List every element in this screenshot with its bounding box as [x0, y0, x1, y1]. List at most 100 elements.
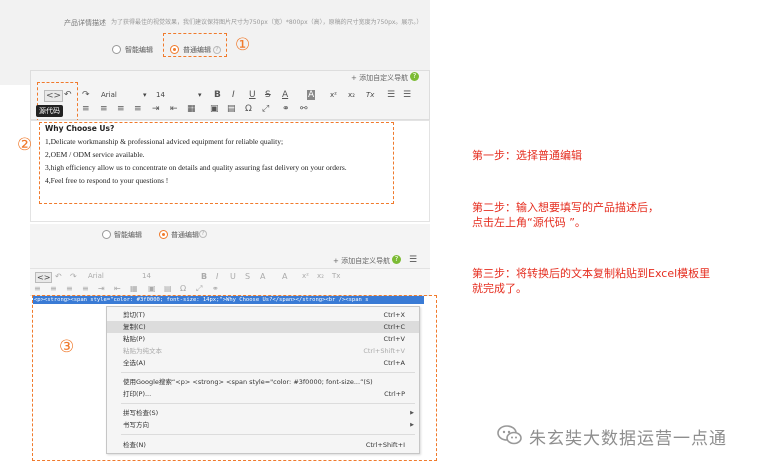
fullscreen-icon[interactable]: ⤢	[262, 104, 269, 114]
superscript-button[interactable]: x²	[302, 272, 309, 280]
subscript-button[interactable]: x₂	[317, 272, 324, 280]
source-code-button[interactable]: <>	[44, 90, 64, 102]
unlink-icon[interactable]: ⚯	[300, 104, 308, 114]
step-3-text-line1: 第三步：将转换后的文本复制粘贴到Excel模板里	[472, 267, 711, 280]
field-hint: 为了获得最佳的视觉效果，我们建议保持图片尺寸为750px（宽）*800px（高）…	[111, 19, 423, 26]
step-2-text-line2: 点击左上角“源代码 ”。	[472, 216, 586, 229]
radio-normal-edit-label: 普通编辑	[171, 231, 199, 239]
strikethrough-button[interactable]: S	[245, 272, 250, 281]
font-size-select[interactable]: 14	[142, 272, 151, 280]
special-char-icon[interactable]: Ω	[245, 104, 252, 114]
radio-normal-edit-label: 普通编辑	[183, 46, 211, 54]
justify-icon[interactable]: ≡	[134, 104, 142, 114]
font-family-select[interactable]: Arial	[88, 272, 104, 280]
font-family-select[interactable]: Arial	[101, 91, 117, 99]
font-size-select[interactable]: 14	[156, 91, 165, 99]
numbered-list-icon[interactable]: ☰	[403, 90, 411, 100]
align-left-icon[interactable]: ≡	[82, 104, 90, 114]
redo-icon[interactable]: ↷	[70, 272, 77, 281]
selected-source-code[interactable]: <p><strong><span style="color: #3f0000; …	[33, 296, 424, 304]
content-line: 3,high efficiency allow us to concentrat…	[45, 163, 347, 172]
menu-item-cut[interactable]: 剪切(T) Ctrl+X	[107, 309, 419, 321]
nav-help-icon[interactable]: ?	[410, 72, 419, 81]
menu-item-select-all[interactable]: 全选(A) Ctrl+A	[107, 357, 419, 369]
menu-item-writing-direction[interactable]: 书写方向 ▶	[107, 419, 419, 431]
align-left-icon[interactable]: ≡	[34, 284, 41, 293]
clear-format-button[interactable]: Tx	[332, 272, 340, 280]
strikethrough-button[interactable]: S	[265, 90, 271, 100]
indent-icon[interactable]: ⇥	[152, 104, 160, 114]
menu-item-paste-plain[interactable]: 粘贴为纯文本 Ctrl+Shift+V	[107, 345, 419, 357]
source-code-button[interactable]: <>	[35, 272, 53, 283]
font-color-button[interactable]: A	[260, 272, 265, 281]
italic-button[interactable]: I	[232, 90, 235, 100]
underline-button[interactable]: U	[230, 272, 236, 281]
radio-smart-edit-label: 智能编辑	[114, 231, 142, 239]
undo-icon[interactable]: ↶	[64, 90, 72, 100]
step-marker-1: ①	[235, 35, 251, 55]
step-3-text-line2: 就完成了。	[472, 282, 527, 295]
bold-button[interactable]: B	[201, 272, 207, 281]
radio-smart-edit[interactable]	[102, 230, 111, 239]
superscript-button[interactable]: x²	[330, 91, 337, 99]
align-center-icon[interactable]: ≡	[100, 104, 108, 114]
menu-item-copy[interactable]: 复制(C) Ctrl+C	[107, 321, 419, 333]
underline-button[interactable]: U	[249, 90, 256, 100]
content-line: 2,OEM / ODM service available.	[45, 150, 145, 159]
background-color-button[interactable]: A	[307, 90, 316, 100]
add-custom-nav-link[interactable]: + 添加自定义导航	[333, 256, 390, 266]
image-icon[interactable]: ▣	[148, 284, 156, 293]
step-2-text-line1: 第二步：输入想要填写的产品描述后，	[472, 201, 659, 214]
undo-icon[interactable]: ↶	[55, 272, 62, 281]
fullscreen-icon[interactable]: ⤢	[196, 284, 202, 294]
outdent-icon[interactable]: ⇤	[170, 104, 178, 114]
field-label: 产品详情描述	[64, 19, 106, 27]
nav-help-icon[interactable]: ?	[392, 255, 401, 264]
menu-item-print[interactable]: 打印(P)... Ctrl+P	[107, 388, 419, 400]
table-icon[interactable]: ▦	[130, 284, 138, 293]
redo-icon[interactable]: ↷	[82, 90, 90, 100]
outdent-icon[interactable]: ⇤	[114, 284, 121, 293]
background-color-button[interactable]: A	[282, 272, 287, 281]
help-icon[interactable]: ?	[213, 46, 221, 54]
editor-toolbar-disabled: <> ↶ ↷ Arial 14 B I U S A A x² x₂ Tx ≡ ≡…	[30, 268, 430, 296]
justify-icon[interactable]: ≡	[82, 284, 89, 293]
media-icon[interactable]: ▤	[227, 104, 236, 114]
menu-divider	[121, 434, 415, 435]
submenu-arrow-icon: ▶	[410, 422, 414, 428]
clear-format-button[interactable]: Tx	[366, 91, 374, 99]
menu-item-google-search[interactable]: 使用Google搜索“<p> <strong> <span style="col…	[107, 376, 419, 388]
add-custom-nav-link[interactable]: + 添加自定义导航	[351, 73, 408, 83]
submenu-arrow-icon: ▶	[410, 410, 414, 416]
bullet-list-icon[interactable]: ☰	[387, 90, 395, 100]
watermark-text: 朱玄奘大数据运营一点通	[529, 429, 727, 449]
italic-button[interactable]: I	[216, 272, 218, 281]
subscript-button[interactable]: x₂	[348, 91, 355, 99]
special-char-icon[interactable]: Ω	[180, 284, 186, 293]
menu-item-spellcheck[interactable]: 拼写检查(S) ▶	[107, 407, 419, 419]
media-icon[interactable]: ▤	[164, 284, 172, 293]
align-right-icon[interactable]: ≡	[66, 284, 73, 293]
font-color-button[interactable]: A	[282, 90, 288, 100]
menu-divider	[121, 372, 415, 373]
content-line: 4,Feel free to respond to your questions…	[45, 176, 169, 185]
radio-normal-edit[interactable]	[159, 230, 168, 239]
link-icon[interactable]: ⚭	[282, 104, 290, 114]
font-size-dropdown-icon[interactable]: ▾	[198, 91, 202, 99]
step-marker-2: ②	[17, 135, 33, 155]
radio-smart-edit[interactable]	[112, 45, 121, 54]
indent-icon[interactable]: ⇥	[98, 284, 105, 293]
menu-item-paste[interactable]: 粘贴(P) Ctrl+V	[107, 333, 419, 345]
align-center-icon[interactable]: ≡	[50, 284, 57, 293]
bold-button[interactable]: B	[214, 90, 221, 100]
menu-item-inspect[interactable]: 检查(N) Ctrl+Shift+I	[107, 439, 419, 451]
help-icon[interactable]: ?	[199, 230, 207, 238]
table-icon[interactable]: ▦	[187, 104, 196, 114]
radio-normal-edit[interactable]	[170, 45, 179, 54]
link-icon[interactable]: ⚭	[212, 284, 219, 293]
align-right-icon[interactable]: ≡	[117, 104, 125, 114]
menu-icon[interactable]: ☰	[409, 255, 417, 265]
font-family-dropdown-icon[interactable]: ▾	[143, 91, 147, 99]
image-icon[interactable]: ▣	[210, 104, 219, 114]
content-title: Why Choose Us?	[45, 124, 115, 133]
